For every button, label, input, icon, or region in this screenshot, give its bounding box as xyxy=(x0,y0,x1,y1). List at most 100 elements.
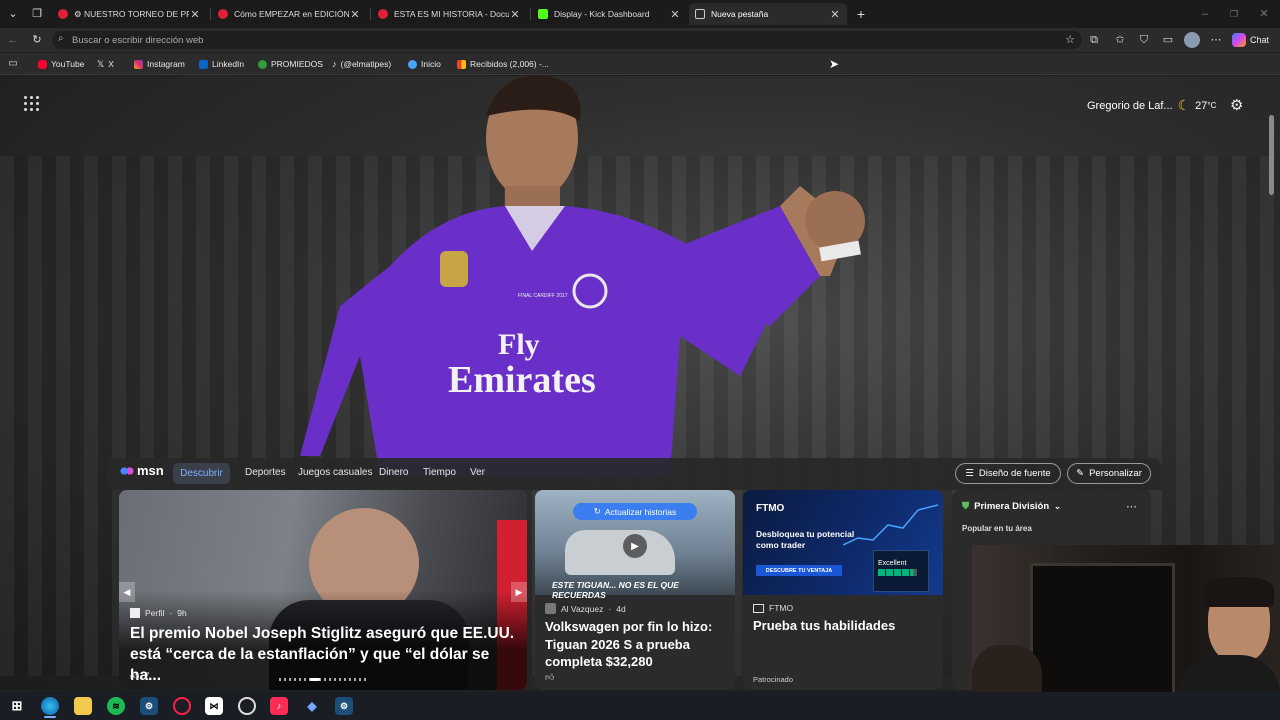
tab-dinero[interactable]: Dinero xyxy=(379,467,408,478)
bookmark-inicio[interactable]: Inicio xyxy=(408,57,441,71)
close-tab-icon[interactable]: ✕ xyxy=(349,8,361,21)
chevron-down-icon: ⌄ xyxy=(1054,502,1061,511)
webcam-doorway xyxy=(1030,563,1175,713)
restore-icon[interactable]: ❐ xyxy=(1226,6,1242,22)
tab-kick-dashboard[interactable]: Display - Kick Dashboard ✕ xyxy=(532,3,687,25)
design-font-button[interactable]: ☰ Diseño de fuente xyxy=(955,463,1061,484)
story-headline[interactable]: El premio Nobel Joseph Stiglitz aseguró … xyxy=(130,623,520,686)
main-story-card[interactable]: ◀ ▶ Perfil · 9h El premio Nobel Joseph Sti… xyxy=(119,490,527,690)
steam-icon[interactable]: ⚙ xyxy=(140,697,158,715)
windows-start-icon[interactable]: ⊞ xyxy=(8,697,26,715)
weather-location: Gregorio de Laf... xyxy=(1087,99,1173,112)
bookmark-youtube[interactable]: YouTube xyxy=(38,57,84,71)
discord-like-icon[interactable]: ◆ xyxy=(303,697,321,715)
video-story-card[interactable]: ↻ Actualizar historias ▶ ESTE TIGUAN... N… xyxy=(535,490,735,690)
like-button[interactable]: 👍︎ 7 xyxy=(130,671,149,682)
close-tab-icon[interactable]: ✕ xyxy=(509,8,521,21)
bookmark-gmail[interactable]: Recibidos (2,006) -... xyxy=(457,57,549,71)
msn-wordmark: msn xyxy=(137,463,164,478)
tab-tiempo[interactable]: Tiempo xyxy=(423,467,456,478)
rating-label: Excellent xyxy=(878,560,907,567)
refresh-icon[interactable]: ↻ xyxy=(29,32,45,48)
workspaces-icon[interactable]: ❐ xyxy=(29,6,45,22)
bookmark-linkedin[interactable]: LinkedIn xyxy=(199,57,244,71)
weather-widget[interactable]: Gregorio de Laf... ☾ 27 °C xyxy=(1087,97,1216,114)
file-explorer-icon[interactable] xyxy=(74,697,92,715)
tab-historia[interactable]: ESTA ES MI HISTORIA - Document ✕ xyxy=(372,3,527,25)
copilot-button[interactable]: Chat xyxy=(1232,32,1269,48)
minimize-icon[interactable]: – xyxy=(1197,6,1213,22)
play-button[interactable]: ▶ xyxy=(623,534,647,558)
bookmark-tiktok[interactable]: ♪ (@elmatipes) xyxy=(332,57,391,71)
bookmark-promiedos[interactable]: PROMIEDOS xyxy=(258,57,323,71)
story-source[interactable]: Perfil · 9h xyxy=(130,608,187,618)
tab-edicion[interactable]: Cómo EMPEZAR en EDICIÓN de V ✕ xyxy=(212,3,367,25)
edge-icon[interactable] xyxy=(41,697,59,715)
rating-stars xyxy=(878,569,928,576)
browser-essentials-icon[interactable]: ⛉ xyxy=(1136,32,1152,48)
ad-banner-text: Desbloquea tu potencial como trader xyxy=(756,529,855,550)
close-window-icon[interactable]: ✕ xyxy=(1256,6,1272,22)
tab-list-chevron-icon[interactable]: ⌄ xyxy=(5,6,21,22)
ftmo-logo-icon xyxy=(753,603,764,613)
favorite-star-icon[interactable]: ☆ xyxy=(1062,32,1078,48)
linkedin-icon xyxy=(199,59,208,69)
close-tab-icon[interactable]: ✕ xyxy=(669,8,681,21)
profile-avatar[interactable] xyxy=(1184,32,1200,48)
video-headline[interactable]: Volkswagen por fin lo hizo: Tiguan 2026 … xyxy=(545,618,730,671)
obs-icon[interactable] xyxy=(238,697,256,715)
carousel-active-dot xyxy=(310,678,320,681)
youtube-icon xyxy=(38,59,47,69)
address-placeholder: Buscar o escribir dirección web xyxy=(72,34,204,46)
carousel-prev-button[interactable]: ◀ xyxy=(119,582,135,602)
page-scrollbar[interactable] xyxy=(1269,115,1274,195)
sponsored-label: Patrocinado xyxy=(753,675,794,684)
msn-logo[interactable]: msn xyxy=(120,463,164,478)
bookmark-instagram[interactable]: Instagram xyxy=(134,57,185,71)
ad-card-ftmo[interactable]: FTMO Desbloquea tu potencial como trader… xyxy=(743,490,943,690)
league-shield-icon: ⛊ xyxy=(962,501,970,512)
favorites-icon[interactable]: ✩ xyxy=(1112,32,1128,48)
ad-banner-cta[interactable]: DESCUBRE TU VENTAJA xyxy=(756,565,842,576)
ad-rating-box: Excellent xyxy=(873,550,929,592)
steam-alt-icon[interactable]: ⚙ xyxy=(335,697,353,715)
tab-torneo[interactable]: ⚙ NUESTRO TORNEO DE PRO E ✕ xyxy=(52,3,207,25)
carousel-next-button[interactable]: ▶ xyxy=(511,582,527,602)
app-launcher-icon[interactable] xyxy=(24,96,40,112)
personalize-button[interactable]: ✎ Personalizar xyxy=(1067,463,1151,484)
address-bar[interactable]: ⌕ Buscar o escribir dirección web xyxy=(52,31,1082,49)
extensions-icon[interactable]: ⧉ xyxy=(1086,32,1102,48)
search-icon: ⌕ xyxy=(58,33,64,44)
spotify-icon[interactable]: ≋ xyxy=(107,697,125,715)
more-menu-icon[interactable]: ⋯ xyxy=(1208,32,1224,48)
page-settings-icon[interactable]: ⚙ xyxy=(1230,96,1243,114)
opera-gx-icon[interactable] xyxy=(173,697,191,715)
video-source[interactable]: Al Vazquez · 4d xyxy=(545,603,626,614)
capcut-icon[interactable]: ⋈ xyxy=(205,697,223,715)
league-selector[interactable]: ⛊ Primera División ⌄ xyxy=(962,501,1061,512)
car-image xyxy=(565,530,675,575)
ad-source[interactable]: FTMO xyxy=(753,603,793,613)
thumbs-up-icon[interactable]: 👍︎ xyxy=(545,672,554,683)
source-logo-icon xyxy=(130,608,140,618)
close-tab-icon[interactable]: ✕ xyxy=(829,8,841,21)
close-tab-icon[interactable]: ✕ xyxy=(189,8,201,21)
screen-cast-icon[interactable]: ▭ xyxy=(1160,32,1176,48)
bookmark-x[interactable]: 𝕏X xyxy=(97,57,114,71)
tab-deportes[interactable]: Deportes xyxy=(245,467,286,478)
reading-view-icon[interactable]: ▭ xyxy=(5,56,21,72)
tab-juegos-casuales[interactable]: Juegos casuales xyxy=(298,467,373,478)
tab-new-tab[interactable]: Nueva pestaña ✕ xyxy=(689,3,847,25)
ad-headline[interactable]: Prueba tus habilidades xyxy=(753,618,895,633)
sports-subtitle: Popular en tu área xyxy=(962,524,1032,533)
back-icon[interactable]: ← xyxy=(5,32,21,48)
new-tab-plus-icon[interactable]: + xyxy=(853,6,869,22)
tab-descubrir[interactable]: Descubrir xyxy=(173,463,230,484)
x-icon: 𝕏 xyxy=(97,58,105,69)
sports-more-icon[interactable]: ⋯ xyxy=(1126,500,1137,513)
refresh-stories-button[interactable]: ↻ Actualizar historias xyxy=(573,503,697,520)
tiktok-app-icon[interactable]: ♪ xyxy=(270,697,288,715)
tab-ver[interactable]: Ver xyxy=(470,467,485,478)
carousel-dots[interactable] xyxy=(279,678,369,681)
youtube-icon xyxy=(58,9,68,19)
